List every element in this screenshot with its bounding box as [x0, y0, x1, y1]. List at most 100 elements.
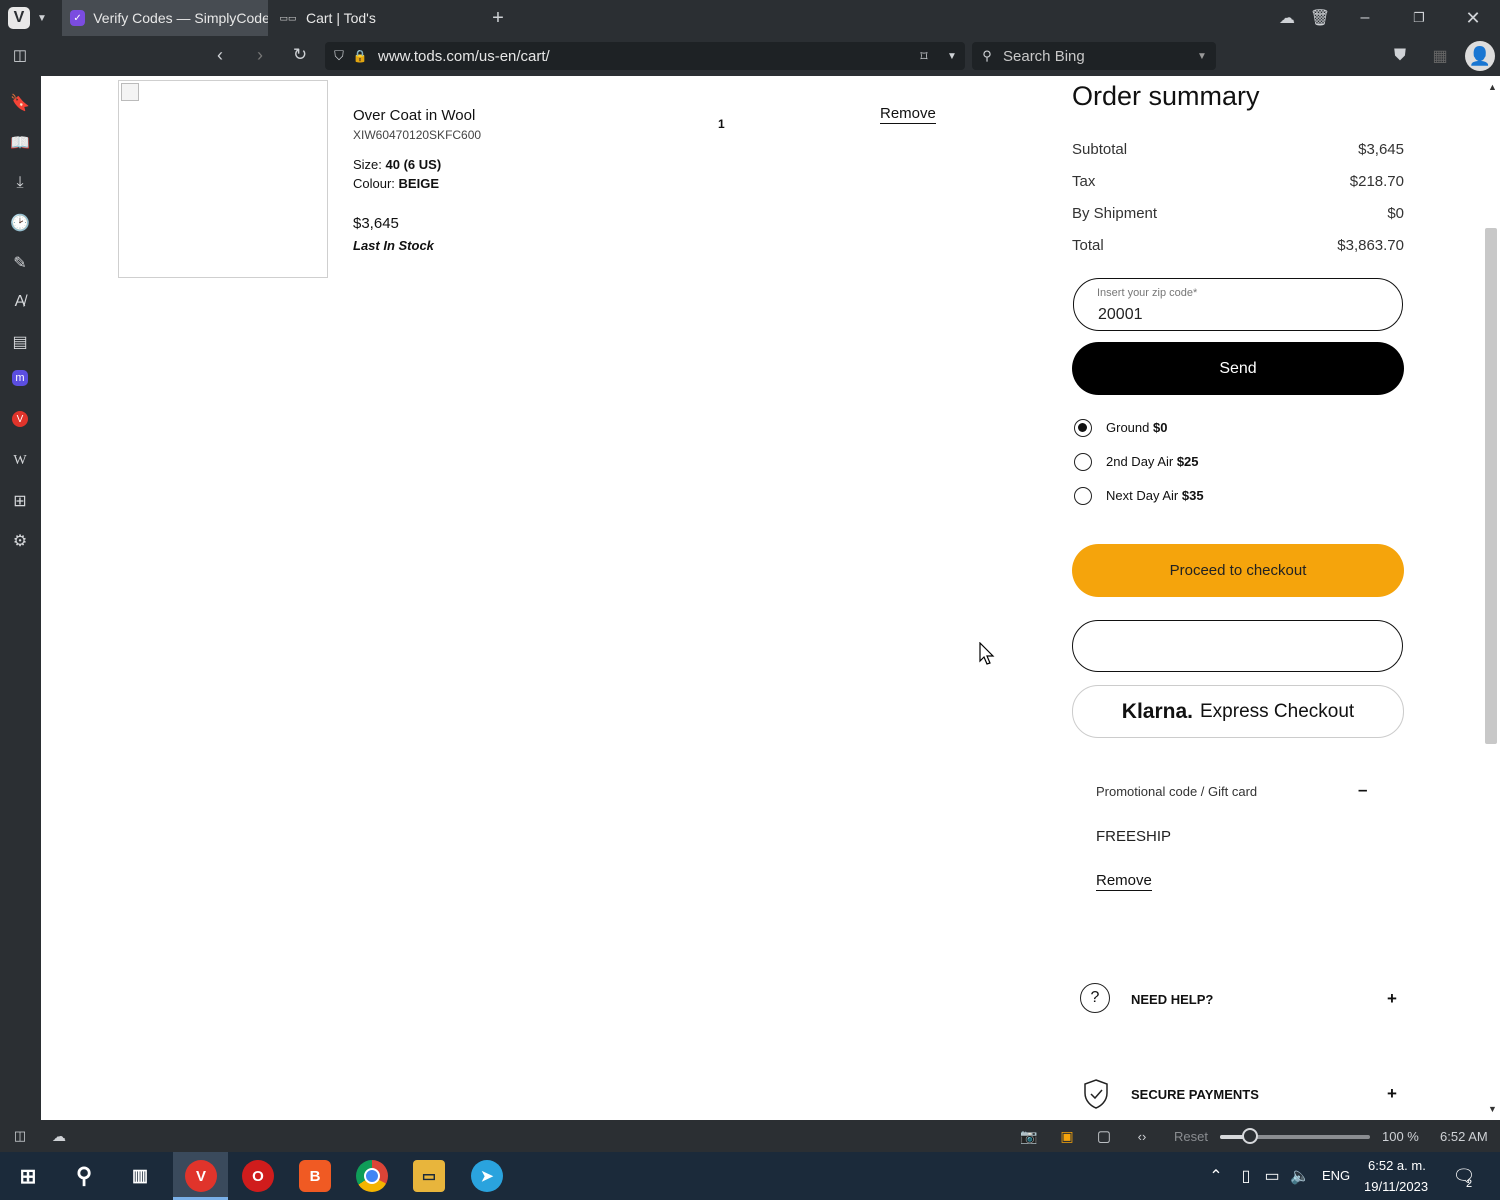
panel-icon[interactable]: ◫ [10, 1127, 30, 1145]
developer-tools-icon[interactable]: ‹› [1132, 1127, 1152, 1145]
zip-code-field[interactable]: Insert your zip code* 20001 [1073, 278, 1403, 331]
add-panel-icon[interactable]: ⊞ [9, 490, 31, 512]
meet-icon[interactable]: ▯ [1236, 1166, 1256, 1186]
url-field[interactable]: ⛉ 🔒 www.tods.com/us-en/cart/ ⌑ ▼ [325, 42, 965, 70]
zip-code-value[interactable]: 20001 [1098, 306, 1143, 324]
brave-icon[interactable]: B [299, 1160, 331, 1192]
task-view-icon[interactable]: ▥ [124, 1160, 156, 1192]
mouse-cursor-icon [979, 641, 995, 666]
downloads-icon[interactable]: ⤓ [9, 172, 31, 194]
notification-count: 2 [1466, 1178, 1473, 1190]
windows-start-icon[interactable]: ⊞ [12, 1160, 44, 1192]
taskbar-vivaldi-active[interactable]: V [173, 1152, 228, 1200]
tiling-icon[interactable]: ▢ [1094, 1127, 1114, 1145]
file-explorer-icon[interactable]: ▭ [413, 1160, 445, 1192]
radio-next-day-air[interactable] [1074, 487, 1092, 505]
sync-cloud-icon[interactable]: ☁ [49, 1127, 69, 1145]
zoom-level[interactable]: 100 % [1382, 1129, 1419, 1144]
shield-extension-icon[interactable]: ⛊ [1390, 46, 1410, 66]
settings-gear-icon[interactable]: ⚙ [9, 530, 31, 552]
image-settings-icon[interactable]: ▣ [1057, 1127, 1077, 1145]
close-icon[interactable]: ✕ [1463, 8, 1483, 28]
volume-icon[interactable]: 🔈 [1290, 1166, 1310, 1186]
translate-icon[interactable]: A̸ [9, 291, 31, 313]
panel-toggle-icon[interactable]: ◫ [10, 45, 30, 65]
tab-cart-tods[interactable]: ▭▭ Cart | Tod's [270, 0, 478, 36]
shipping-next-day-option[interactable]: Next Day Air $35 [1106, 488, 1204, 503]
secure-payments-expand-icon[interactable]: + [1387, 1084, 1397, 1104]
opera-icon[interactable]: O [242, 1160, 274, 1192]
search-field[interactable]: ⚲ Search Bing ▼ [972, 42, 1216, 70]
wikipedia-icon[interactable]: W [9, 450, 31, 472]
paypal-checkout-button[interactable] [1072, 620, 1403, 672]
secure-payments-label[interactable]: SECURE PAYMENTS [1131, 1087, 1259, 1102]
notes-icon[interactable]: ✎ [9, 252, 31, 274]
history-icon[interactable]: 🕑 [9, 212, 31, 234]
scroll-down-icon[interactable]: ▼ [1488, 1104, 1497, 1114]
promo-collapse-toggle[interactable]: – [1358, 780, 1367, 800]
search-icon[interactable]: ⚲ [68, 1160, 100, 1192]
extension-icon[interactable]: ▦ [1430, 46, 1450, 66]
camera-icon[interactable]: 📷 [1019, 1127, 1039, 1145]
help-question-icon: ? [1080, 983, 1110, 1013]
bookmarks-icon[interactable]: 🔖 [9, 92, 31, 114]
shield-icon[interactable]: ⛉ [330, 46, 348, 66]
back-icon[interactable]: ‹ [210, 45, 230, 65]
klarna-express-checkout-button[interactable]: Klarna. Express Checkout [1072, 685, 1404, 738]
vivaldi-menu-icon[interactable]: V [8, 7, 30, 29]
language-indicator[interactable]: ENG [1322, 1168, 1350, 1183]
taskbar-date[interactable]: 19/11/2023 [1364, 1179, 1428, 1194]
zoom-reset-button[interactable]: Reset [1174, 1129, 1208, 1144]
reading-list-icon[interactable]: 📖 [9, 132, 31, 154]
scroll-up-icon[interactable]: ▲ [1488, 82, 1497, 92]
tray-chevron-icon[interactable]: ⌃ [1206, 1166, 1226, 1186]
bookmark-icon[interactable]: ⌑ [915, 46, 933, 66]
zoom-slider[interactable] [1220, 1128, 1370, 1144]
telegram-icon[interactable]: ➤ [471, 1160, 503, 1192]
trash-icon[interactable]: 🗑 [1310, 8, 1330, 28]
calendar-icon[interactable]: ▤ [9, 331, 31, 353]
chevron-down-icon[interactable]: ▼ [943, 46, 961, 66]
minimize-icon[interactable]: – [1355, 8, 1375, 28]
zoom-slider-handle[interactable] [1242, 1128, 1258, 1144]
need-help-label[interactable]: NEED HELP? [1131, 992, 1213, 1007]
new-tab-icon[interactable]: + [488, 7, 508, 29]
scrollbar-thumb[interactable] [1485, 228, 1497, 744]
chevron-down-icon[interactable]: ▼ [1194, 46, 1210, 66]
product-size: Size: 40 (6 US) [353, 157, 441, 172]
simplycodes-icon: ✓ [70, 10, 86, 26]
remove-item-link[interactable]: Remove [880, 105, 936, 124]
reload-icon[interactable]: ↻ [290, 45, 310, 65]
restore-icon[interactable]: ❐ [1409, 8, 1429, 28]
lock-icon[interactable]: 🔒 [351, 46, 369, 66]
total-value: $3,863.70 [1337, 237, 1404, 254]
quantity-value[interactable]: 1 [718, 117, 725, 131]
network-icon[interactable]: ▭ [1262, 1166, 1282, 1186]
size-label: Size: [353, 157, 382, 172]
mastodon-icon[interactable]: m [12, 370, 28, 386]
send-button[interactable]: Send [1072, 342, 1404, 395]
radio-2nd-day-air[interactable] [1074, 453, 1092, 471]
search-placeholder[interactable]: Search Bing [1003, 48, 1085, 65]
radio-ground[interactable] [1074, 419, 1092, 437]
url-text[interactable]: www.tods.com/us-en/cart/ [378, 48, 550, 65]
shipping-ground-option[interactable]: Ground $0 [1106, 420, 1167, 435]
profile-avatar-icon[interactable]: 👤 [1465, 41, 1495, 71]
cloud-icon[interactable]: ☁ [1276, 8, 1298, 28]
notifications-icon[interactable]: 🗨 [1452, 1164, 1476, 1188]
forward-icon[interactable]: › [250, 45, 270, 65]
product-image[interactable] [118, 80, 328, 278]
proceed-to-checkout-button[interactable]: Proceed to checkout [1072, 544, 1404, 597]
shipping-2nd-day-option[interactable]: 2nd Day Air $25 [1106, 454, 1199, 469]
vivaldi-icon[interactable]: V [12, 411, 28, 427]
secure-shield-icon [1082, 1078, 1110, 1110]
checkout-label: Proceed to checkout [1169, 562, 1307, 579]
promo-title[interactable]: Promotional code / Gift card [1096, 784, 1257, 799]
chrome-icon[interactable] [356, 1160, 388, 1192]
tab-verify-codes[interactable]: ✓ Verify Codes — SimplyCodes [62, 0, 268, 36]
product-name[interactable]: Over Coat in Wool [353, 107, 475, 124]
chevron-down-icon[interactable]: ▼ [34, 8, 50, 28]
taskbar-time[interactable]: 6:52 a. m. [1368, 1158, 1426, 1173]
need-help-expand-icon[interactable]: + [1387, 989, 1397, 1009]
promo-remove-link[interactable]: Remove [1096, 872, 1152, 891]
